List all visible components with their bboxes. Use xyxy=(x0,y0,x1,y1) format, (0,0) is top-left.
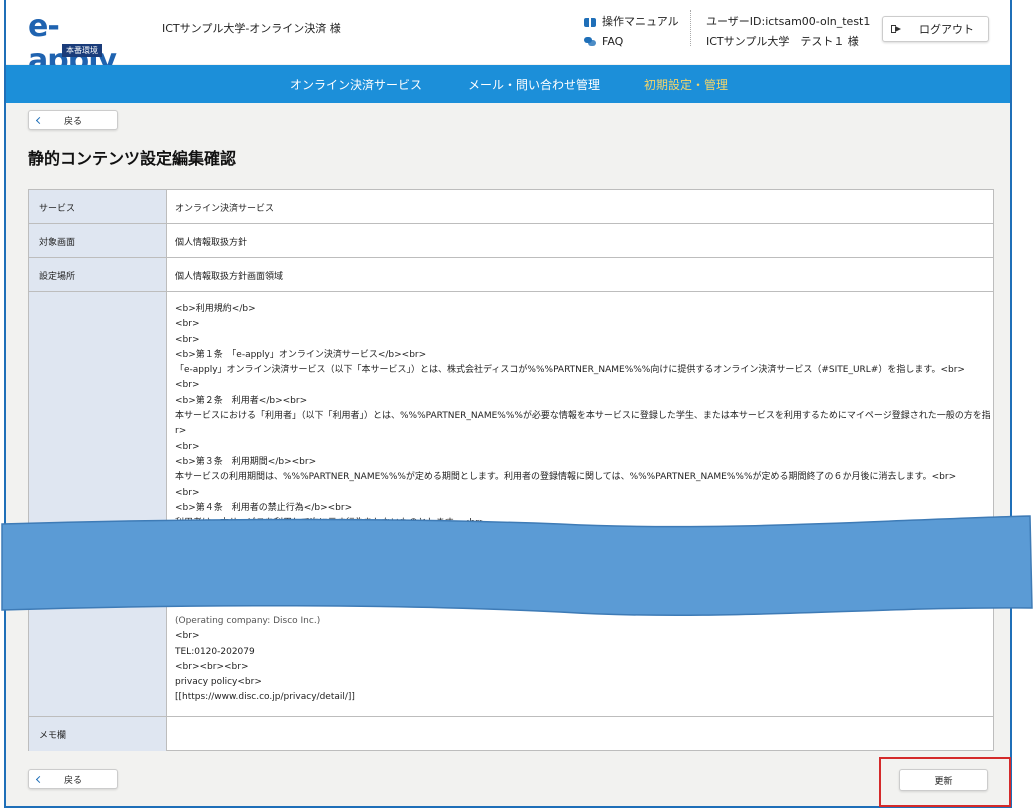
content-line: <br><br><br> xyxy=(175,661,249,672)
content-html-lines: <b>利用規約</b> <br> <br> <b>第１条 「e-apply」オン… xyxy=(175,302,990,531)
content-line: <b>第２条 利用者</b><br> xyxy=(175,395,308,406)
logout-icon xyxy=(891,25,901,33)
faq-link[interactable]: FAQ xyxy=(584,32,679,52)
table-row: 設定場所 個人情報取扱方針画面領域 xyxy=(29,258,993,292)
content-line: <b>第１条 「e-apply」オンライン決済サービス</b><br> xyxy=(175,349,427,360)
chevron-left-icon xyxy=(35,116,44,124)
settings-table: サービス オンライン決済サービス 対象画面 個人情報取扱方針 設定場所 個人情報… xyxy=(28,189,994,751)
chat-icon xyxy=(584,37,596,47)
manual-link[interactable]: 操作マニュアル xyxy=(584,12,679,32)
user-id: ユーザーID:ictsam00-oln_test1 xyxy=(706,15,871,28)
content-row: <b>利用規約</b> <br> <br> <b>第１条 「e-apply」オン… xyxy=(29,292,993,717)
content-line: [[https://www.disc.co.jp/privacy/detail/… xyxy=(175,692,355,703)
header-divider xyxy=(690,10,691,46)
row-value: オンライン決済サービス xyxy=(175,204,275,214)
content-line: TEL:0120-202079 xyxy=(175,646,255,657)
memo-label: メモ欄 xyxy=(29,717,167,751)
back-button-bottom[interactable]: 戻る xyxy=(28,769,118,789)
logout-label: ログアウト xyxy=(919,23,974,36)
content-line: <br> xyxy=(175,334,200,345)
back-button-top[interactable]: 戻る xyxy=(28,110,118,130)
faq-link-label: FAQ xyxy=(602,35,624,48)
content-line: privacy policy<br> xyxy=(175,677,262,688)
content-line: <br> xyxy=(175,631,200,642)
content-html-tail: (Operating company: Disco Inc.) <br> TEL… xyxy=(175,614,990,706)
content-line: <b>利用規約</b> xyxy=(175,304,256,314)
nav-mail-inquiry[interactable]: メール・問い合わせ管理 xyxy=(468,76,600,93)
nav-online-payment[interactable]: オンライン決済サービス xyxy=(290,76,422,93)
book-icon xyxy=(584,17,596,27)
row-label: 対象画面 xyxy=(29,224,167,257)
back-label: 戻る xyxy=(64,116,83,127)
content-line: <br> xyxy=(175,380,200,391)
app-frame: e-apply 本番環境 ICTサンプル大学-オンライン決済 様 操作マニュアル… xyxy=(4,0,1012,808)
row-label: 設定場所 xyxy=(29,258,167,291)
user-info: ユーザーID:ictsam00-oln_test1 ICTサンプル大学 テスト１… xyxy=(706,12,870,52)
organization-name: ICTサンプル大学-オンライン決済 様 xyxy=(162,22,341,35)
row-value: 個人情報取扱方針画面領域 xyxy=(175,272,284,282)
environment-badge: 本番環境 xyxy=(62,44,102,57)
back-label: 戻る xyxy=(64,775,83,786)
content-line: r> xyxy=(175,426,187,437)
row-value: 個人情報取扱方針 xyxy=(175,238,248,248)
content-line: 「e-apply」オンライン決済サービス（以下「本サービス」）とは、株式会社ディ… xyxy=(175,365,965,376)
manual-link-label: 操作マニュアル xyxy=(602,15,679,28)
content-line: 本サービスにおける「利用者」（以下「利用者」）とは、%%%PARTNER_NAM… xyxy=(175,411,990,422)
content-line: 本サービスの利用期間は、%%%PARTNER_NAME%%%が定める期間とします… xyxy=(175,472,957,483)
row-label: サービス xyxy=(29,190,167,223)
content-row-label xyxy=(29,292,167,716)
table-row: 対象画面 個人情報取扱方針 xyxy=(29,224,993,258)
highlight-box xyxy=(879,757,1011,807)
user-name: ICTサンプル大学 テスト１ 様 xyxy=(706,35,859,48)
help-links: 操作マニュアル FAQ xyxy=(584,12,679,52)
header: e-apply 本番環境 ICTサンプル大学-オンライン決済 様 操作マニュアル… xyxy=(6,0,1010,78)
logout-button[interactable]: ログアウト xyxy=(882,16,989,42)
nav-initial-settings[interactable]: 初期設定・管理 xyxy=(644,76,728,93)
chevron-left-icon xyxy=(35,775,44,783)
main-nav: オンライン決済サービス メール・問い合わせ管理 初期設定・管理 xyxy=(6,65,1010,103)
memo-row: メモ欄 xyxy=(29,717,993,751)
redaction-banner-shape xyxy=(1,515,1033,617)
table-row: サービス オンライン決済サービス xyxy=(29,190,993,224)
page-title: 静的コンテンツ設定編集確認 xyxy=(28,149,237,168)
content-line: <br> xyxy=(175,441,200,452)
content-line: <b>第３条 利用期間</b><br> xyxy=(175,456,317,467)
e-apply-logo[interactable]: e-apply 本番環境 xyxy=(28,10,138,78)
content-line: <br> xyxy=(175,487,200,498)
content-line: <br> xyxy=(175,319,200,330)
